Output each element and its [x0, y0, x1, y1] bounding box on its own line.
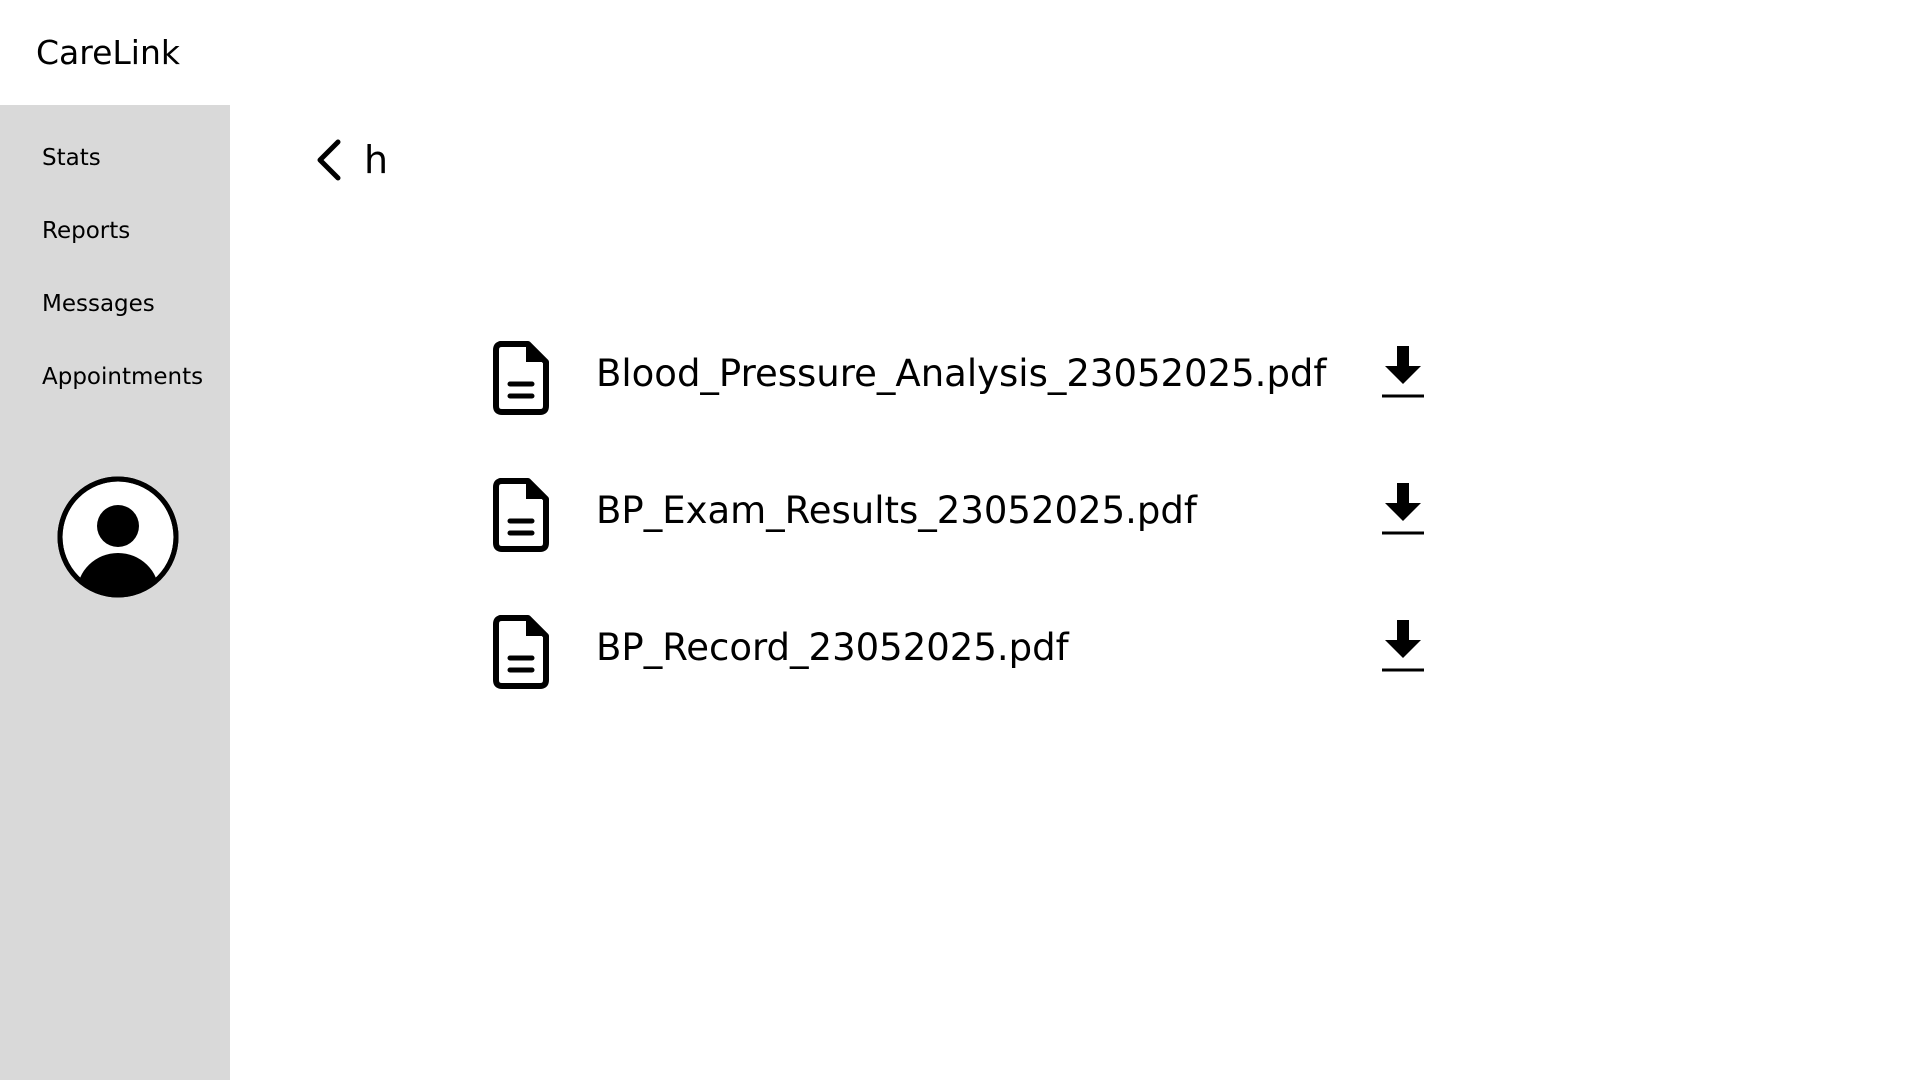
- sidebar-item-reports[interactable]: Reports: [42, 218, 130, 244]
- download-icon[interactable]: [1380, 481, 1426, 539]
- sidebar: Stats Reports Messages Appointments: [0, 105, 230, 1080]
- list-item: BP_Exam_Results_23052025.pdf: [490, 477, 1440, 614]
- file-name[interactable]: BP_Record_23052025.pdf: [596, 626, 1069, 669]
- sidebar-item-messages[interactable]: Messages: [42, 291, 155, 317]
- chevron-left-icon[interactable]: [310, 136, 346, 184]
- file-icon: [493, 615, 549, 689]
- brand-header: CareLink: [0, 0, 230, 105]
- sidebar-item-stats[interactable]: Stats: [42, 145, 101, 171]
- sidebar-item-appointments[interactable]: Appointments: [42, 364, 203, 390]
- app-logo-text: CareLink: [36, 33, 180, 72]
- page-title: h: [364, 138, 389, 182]
- file-icon: [493, 478, 549, 552]
- download-icon[interactable]: [1380, 344, 1426, 402]
- list-item: BP_Record_23052025.pdf: [490, 614, 1440, 751]
- file-name[interactable]: Blood_Pressure_Analysis_23052025.pdf: [596, 352, 1326, 395]
- user-circle-icon[interactable]: [56, 475, 180, 599]
- file-name[interactable]: BP_Exam_Results_23052025.pdf: [596, 489, 1197, 532]
- download-icon[interactable]: [1380, 618, 1426, 676]
- app-window: CareLink Stats Reports Messages Appointm…: [0, 0, 1920, 1080]
- file-icon: [493, 341, 549, 415]
- file-list: Blood_Pressure_Analysis_23052025.pdf BP_…: [490, 340, 1440, 751]
- list-item: Blood_Pressure_Analysis_23052025.pdf: [490, 340, 1440, 477]
- page-header: h: [310, 135, 388, 185]
